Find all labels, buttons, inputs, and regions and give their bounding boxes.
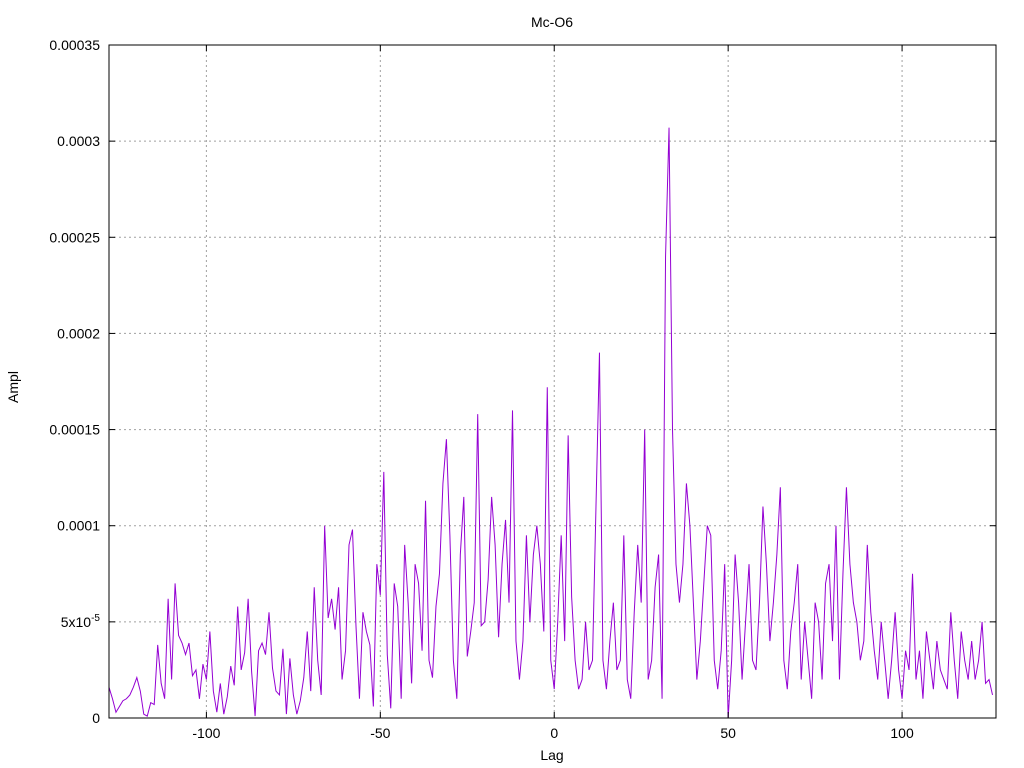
y-tick-label: 0.0002: [57, 325, 100, 341]
x-tick-label: -100: [192, 725, 220, 741]
grid: [109, 45, 996, 718]
x-axis-label: Lag: [540, 747, 563, 763]
y-tick-label: 0.0003: [57, 133, 100, 149]
series-line: [108, 127, 994, 719]
y-tick-label: 0.00025: [49, 229, 100, 245]
y-axis-label: Ampl: [5, 371, 21, 403]
plot-frame: [108, 44, 997, 719]
x-tick-label: 100: [890, 725, 914, 741]
chart-title: Mc-O6: [531, 14, 573, 30]
chart: -100 -50 0 50 100 0 5x10-5 0.0001 0.00015 0.0002 0…: [5, 14, 997, 763]
x-tick-label: -50: [370, 725, 390, 741]
ticks: [109, 44, 996, 719]
x-tick-label: 50: [720, 725, 736, 741]
y-tick-label: 0.00035: [49, 37, 100, 53]
y-tick-label: 0: [92, 710, 100, 726]
y-tick-label: 0.00015: [49, 422, 100, 438]
y-tick-label: 5x10-5: [61, 613, 101, 630]
y-tick-label: 0.0001: [57, 518, 100, 534]
x-tick-label: 0: [550, 725, 558, 741]
series-layer: [108, 127, 994, 719]
